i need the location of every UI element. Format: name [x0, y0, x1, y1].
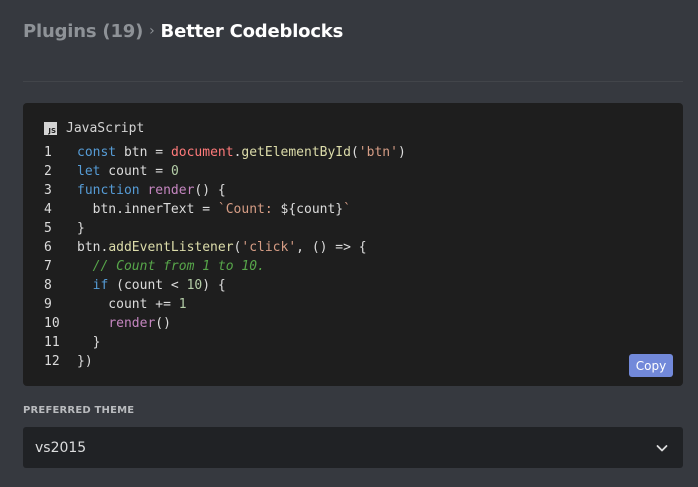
- line-number: 4: [44, 202, 52, 217]
- theme-select-value: vs2015: [35, 439, 87, 456]
- line-number: 8: [44, 278, 52, 293]
- code-line: 2 let count = 0: [23, 162, 683, 181]
- code-text: btn.innerText = `Count: ${count}`: [77, 202, 351, 217]
- line-number: 10: [44, 316, 60, 331]
- code-line: 10 render(): [23, 314, 683, 333]
- line-number: 5: [44, 221, 52, 236]
- code-text: // Count from 1 to 10.: [92, 259, 265, 274]
- copy-button[interactable]: Copy: [629, 354, 673, 377]
- breadcrumb: Plugins (19) › Better Codeblocks: [23, 18, 343, 44]
- code-line: 7 // Count from 1 to 10.: [23, 257, 683, 276]
- code-text: btn.addEventListener('click', () => {: [77, 240, 367, 255]
- code-line: 8 if (count < 10) {: [23, 276, 683, 295]
- line-number: 11: [44, 335, 60, 350]
- code-line: 5 }: [23, 219, 683, 238]
- code-text: const btn = document.getElementById('btn…: [77, 145, 406, 160]
- code-text: let count = 0: [77, 164, 179, 179]
- javascript-icon: JS: [44, 121, 57, 135]
- chevron-down-icon: [655, 441, 669, 455]
- line-number: 2: [44, 164, 52, 179]
- page-title: Better Codeblocks: [160, 20, 344, 42]
- code-text: }): [77, 354, 93, 369]
- language-header: JS JavaScript: [44, 119, 144, 137]
- code-lines: 1 const btn = document.getElementById('b…: [23, 143, 683, 371]
- code-text: }: [77, 221, 85, 236]
- breadcrumb-plugins-link[interactable]: Plugins (19): [23, 21, 143, 42]
- code-line: 1 const btn = document.getElementById('b…: [23, 143, 683, 162]
- line-number: 1: [44, 145, 52, 160]
- line-number: 3: [44, 183, 52, 198]
- line-number: 7: [44, 259, 52, 274]
- language-label: JavaScript: [66, 120, 145, 136]
- code-line: 9 count += 1: [23, 295, 683, 314]
- code-line: 11 }: [23, 333, 683, 352]
- code-text: render(): [108, 316, 171, 331]
- line-number: 12: [44, 354, 60, 369]
- code-line: 4 btn.innerText = `Count: ${count}`: [23, 200, 683, 219]
- code-line: 6 btn.addEventListener('click', () => {: [23, 238, 683, 257]
- line-number: 6: [44, 240, 52, 255]
- code-text: count += 1: [77, 297, 187, 312]
- header-divider: [23, 81, 683, 82]
- code-line: 12 }): [23, 352, 683, 371]
- code-line: 3 function render() {: [23, 181, 683, 200]
- theme-select[interactable]: vs2015: [23, 427, 683, 468]
- breadcrumb-separator-icon: ›: [149, 23, 155, 39]
- code-text: if (count < 10) {: [92, 278, 226, 293]
- code-text: }: [77, 335, 101, 350]
- code-preview: JS JavaScript 1 const btn = document.get…: [23, 103, 683, 386]
- code-text: function render() {: [77, 183, 226, 198]
- preferred-theme-label: PREFERRED THEME: [23, 405, 135, 416]
- line-number: 9: [44, 297, 52, 312]
